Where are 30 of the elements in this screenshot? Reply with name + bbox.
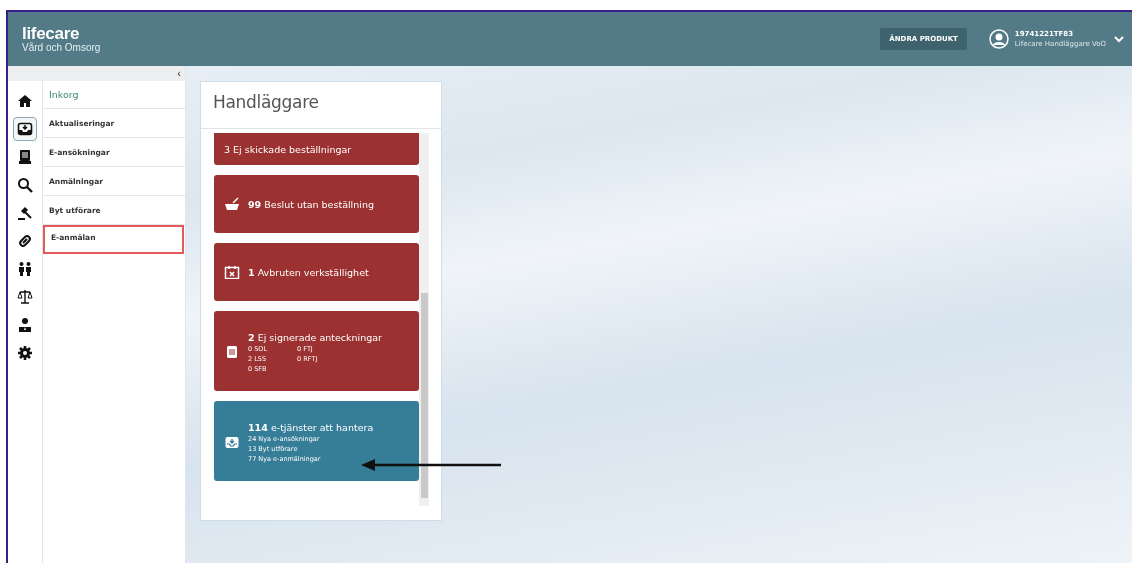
card-title: 1 Avbruten verkställighet	[248, 266, 369, 278]
collapse-button[interactable]: ‹	[177, 68, 181, 79]
document-icon	[17, 149, 33, 165]
link-icon	[17, 233, 33, 249]
scales-icon	[17, 289, 33, 305]
inbox-icon	[17, 121, 33, 137]
search-icon	[17, 177, 33, 193]
card-title: 99 Beslut utan beställning	[248, 198, 374, 210]
calendar-icon	[224, 265, 240, 279]
logo: lifecare	[22, 25, 81, 42]
people-icon	[17, 261, 33, 277]
basket-icon	[224, 197, 240, 211]
chevron-down-icon	[1114, 35, 1124, 43]
gavel-icon	[17, 205, 33, 221]
home-icon	[17, 93, 33, 109]
note-icon	[224, 345, 240, 359]
scrollbar[interactable]	[419, 133, 429, 506]
user-avatar-icon	[988, 29, 1009, 49]
card-title: 3 Ej skickade beställningar	[224, 144, 352, 155]
summary-card[interactable]: 99 Beslut utan beställning	[214, 175, 419, 233]
panel-title: Handläggare	[201, 82, 441, 129]
inbox-icon	[224, 435, 240, 449]
card-title: 114 e-tjänster att hantera	[248, 421, 374, 433]
person-icon	[17, 317, 33, 333]
logo-subtitle: Vård och Omsorg	[22, 42, 102, 53]
inbox-nav-button[interactable]	[13, 117, 37, 141]
card-title: 2 Ej signerade anteckningar	[248, 331, 382, 343]
summary-card[interactable]: 3 Ej skickade beställningar	[214, 133, 419, 165]
summary-card[interactable]: 1 Avbruten verkställighet	[214, 243, 419, 301]
settings-icon	[17, 345, 33, 361]
